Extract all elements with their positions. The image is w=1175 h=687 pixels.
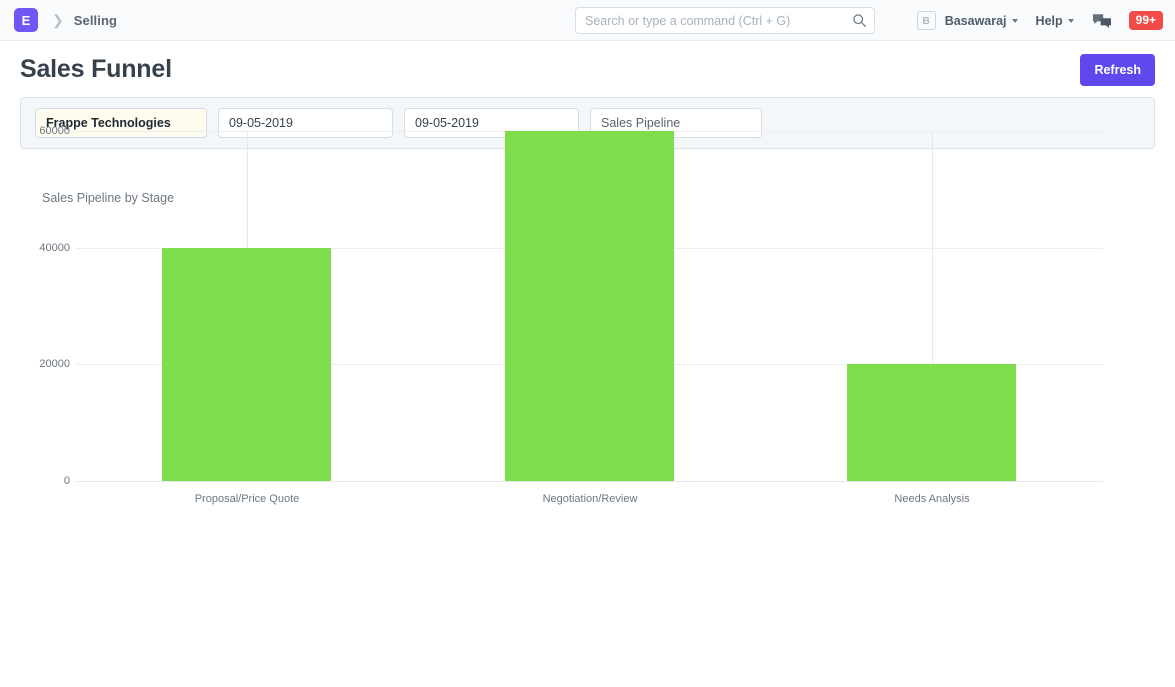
refresh-button[interactable]: Refresh: [1080, 54, 1155, 86]
navbar-right-group: B Basawaraj Help 99+: [917, 0, 1163, 41]
chevron-right-icon: ❯: [52, 13, 64, 27]
y-axis-tick-label: 40000: [22, 242, 70, 254]
user-menu-label: Basawaraj: [945, 14, 1007, 28]
y-axis-tick-label: 0: [22, 475, 70, 487]
breadcrumb[interactable]: Selling: [74, 13, 117, 28]
y-axis-tick-label: 20000: [22, 358, 70, 370]
app-logo-icon[interactable]: E: [14, 8, 38, 32]
page-title: Sales Funnel: [20, 55, 172, 84]
top-navbar: E ❯ Selling B Basawaraj Help 99+: [0, 0, 1175, 41]
chart-card: Sales Pipeline by Stage 0200004000060000…: [0, 191, 1175, 611]
page-header: Sales Funnel Refresh: [0, 41, 1175, 97]
chevron-down-icon: [1068, 19, 1074, 23]
chat-icon[interactable]: [1092, 13, 1112, 29]
chevron-down-icon: [1012, 19, 1018, 23]
bar-chart-plot: 0200004000060000 Proposal/Price QuoteNeg…: [0, 236, 1175, 611]
bar[interactable]: [162, 248, 331, 481]
y-axis-tick-label: 60000: [22, 125, 70, 137]
from-date-filter-input[interactable]: [218, 108, 393, 138]
y-axis-labels: 0200004000060000: [20, 236, 70, 611]
chart-title: Sales Pipeline by Stage: [42, 191, 174, 205]
user-menu[interactable]: Basawaraj: [945, 14, 1018, 28]
avatar[interactable]: B: [917, 11, 936, 30]
x-axis-tick-label: Negotiation/Review: [543, 493, 638, 505]
bar[interactable]: [847, 364, 1016, 481]
help-menu-label: Help: [1036, 14, 1063, 28]
bar[interactable]: [505, 131, 674, 481]
search-box[interactable]: [575, 7, 875, 34]
x-axis-tick-label: Needs Analysis: [894, 493, 969, 505]
search-input[interactable]: [575, 7, 875, 34]
gridline: [76, 481, 1103, 482]
notification-badge[interactable]: 99+: [1129, 11, 1163, 30]
help-menu[interactable]: Help: [1036, 14, 1074, 28]
x-axis-tick-label: Proposal/Price Quote: [195, 493, 300, 505]
